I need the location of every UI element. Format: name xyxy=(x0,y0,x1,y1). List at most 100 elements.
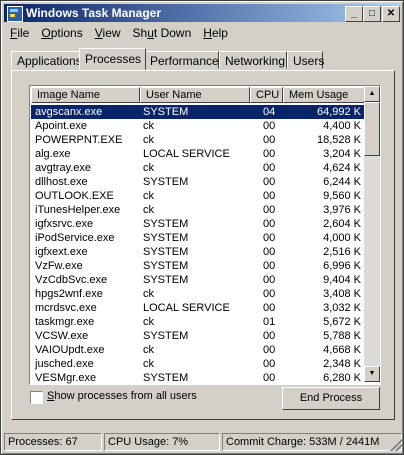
show-all-label-post: how processes from all users xyxy=(54,390,197,402)
process-mem-usage: 64,992 K xyxy=(316,106,361,118)
menu-label-post: ptions xyxy=(50,26,83,40)
table-row[interactable]: avgscanx.exe SYSTEM 04 64,992 K xyxy=(30,104,367,120)
process-cpu: 00 xyxy=(263,330,276,342)
table-row[interactable]: avgtray.exe ck 00 4,624 K xyxy=(31,161,366,175)
tab-processes[interactable]: Processes xyxy=(79,48,146,70)
table-row[interactable]: igfxsrvc.exe SYSTEM 00 2,604 K xyxy=(31,217,366,231)
process-image-name: alg.exe xyxy=(35,148,71,160)
show-all-users-label[interactable]: Show processes from all users xyxy=(47,390,197,402)
process-image-name: hpgs2wnf.exe xyxy=(35,288,103,300)
process-mem-usage: 4,000 K xyxy=(323,232,361,244)
table-row[interactable]: hpgs2wnf.exe ck 00 3,408 K xyxy=(31,287,366,301)
menu-bar: File Options View Shut Down Help xyxy=(4,24,234,42)
table-row[interactable]: iPodService.exe SYSTEM 00 4,000 K xyxy=(31,231,366,245)
show-all-users-checkbox[interactable] xyxy=(30,391,43,404)
process-mem-usage: 2,516 K xyxy=(323,246,361,258)
process-mem-usage: 6,244 K xyxy=(323,176,361,188)
process-image-name: VzFw.exe xyxy=(35,260,83,272)
title-bar[interactable]: Windows Task Manager _ □ ✕ xyxy=(4,4,400,22)
menu-label-accel: H xyxy=(203,26,212,40)
table-row[interactable]: OUTLOOK.EXE ck 00 9,560 K xyxy=(31,189,366,203)
process-cpu: 01 xyxy=(263,316,276,328)
close-button[interactable]: ✕ xyxy=(382,6,400,22)
tab-networking[interactable]: Networking xyxy=(219,51,287,69)
table-row[interactable]: igfxext.exe SYSTEM 00 2,516 K xyxy=(31,245,366,259)
process-cpu: 00 xyxy=(263,190,276,202)
process-user-name: SYSTEM xyxy=(143,106,189,118)
process-user-name: SYSTEM xyxy=(143,260,189,272)
process-cpu: 00 xyxy=(263,372,276,384)
tab-users[interactable]: Users xyxy=(287,51,324,69)
process-user-name: SYSTEM xyxy=(143,218,189,230)
column-cpu[interactable]: CPU xyxy=(250,87,283,103)
end-process-button[interactable]: End Process xyxy=(282,387,380,410)
process-cpu: 00 xyxy=(263,134,276,146)
process-cpu: 00 xyxy=(263,302,276,314)
process-image-name: iPodService.exe xyxy=(35,232,115,244)
menu-item-view[interactable]: View xyxy=(89,24,127,42)
process-cpu: 00 xyxy=(263,204,276,216)
table-row[interactable]: jusched.exe ck 00 2,348 K xyxy=(31,357,366,371)
process-mem-usage: 4,668 K xyxy=(323,344,361,356)
process-list-header: Image Name User Name CPU Mem Usage xyxy=(31,87,366,104)
process-image-name: igfxext.exe xyxy=(35,246,88,258)
process-image-name: taskmgr.exe xyxy=(35,316,95,328)
process-mem-usage: 2,604 K xyxy=(323,218,361,230)
process-image-name: avgscanx.exe xyxy=(35,106,103,118)
column-user-name[interactable]: User Name xyxy=(140,87,250,103)
process-mem-usage: 18,528 K xyxy=(316,134,361,146)
menu-label-post: elp xyxy=(211,26,228,40)
process-user-name: ck xyxy=(143,120,154,132)
table-row[interactable]: POWERPNT.EXE ck 00 18,528 K xyxy=(31,133,366,147)
menu-item-options[interactable]: Options xyxy=(35,24,88,42)
process-image-name: VCSW.exe xyxy=(35,330,89,342)
table-row[interactable]: VzFw.exe SYSTEM 00 6,996 K xyxy=(31,259,366,273)
process-user-name: ck xyxy=(143,134,154,146)
table-row[interactable]: VAIOUpdt.exe ck 00 4,668 K xyxy=(31,343,366,357)
scrollbar-thumb[interactable] xyxy=(364,102,380,156)
menu-item-shut-down[interactable]: Shut Down xyxy=(127,24,198,42)
maximize-button[interactable]: □ xyxy=(363,6,381,22)
process-list[interactable]: Image Name User Name CPU Mem Usage avgsc… xyxy=(29,85,381,385)
menu-item-file[interactable]: File xyxy=(4,24,35,42)
process-cpu: 00 xyxy=(263,358,276,370)
table-row[interactable]: VzCdbSvc.exe SYSTEM 00 9,404 K xyxy=(31,273,366,287)
process-mem-usage: 9,404 K xyxy=(323,274,361,286)
process-mem-usage: 4,624 K xyxy=(323,162,361,174)
vertical-scrollbar[interactable]: ▲ ▼ xyxy=(364,86,380,382)
table-row[interactable]: iTunesHelper.exe ck 00 3,976 K xyxy=(31,203,366,217)
table-row[interactable]: mcrdsvc.exe LOCAL SERVICE 00 3,032 K xyxy=(31,301,366,315)
process-cpu: 04 xyxy=(263,106,276,118)
menu-item-help[interactable]: Help xyxy=(197,24,234,42)
process-image-name: OUTLOOK.EXE xyxy=(35,190,114,202)
process-user-name: ck xyxy=(143,190,154,202)
window-title: Windows Task Manager xyxy=(26,6,162,20)
table-row[interactable]: Apoint.exe ck 00 4,400 K xyxy=(31,119,366,133)
process-image-name: avgtray.exe xyxy=(35,162,92,174)
table-row[interactable]: VESMgr.exe SYSTEM 00 6,280 K xyxy=(31,371,366,384)
process-cpu: 00 xyxy=(263,288,276,300)
status-commit-charge: Commit Charge: 533M / 2441M xyxy=(222,433,402,451)
scroll-up-arrow-icon[interactable]: ▲ xyxy=(364,86,380,102)
process-user-name: SYSTEM xyxy=(143,176,189,188)
process-cpu: 00 xyxy=(263,344,276,356)
process-mem-usage: 3,408 K xyxy=(323,288,361,300)
table-row[interactable]: alg.exe LOCAL SERVICE 00 3,204 K xyxy=(31,147,366,161)
table-row[interactable]: taskmgr.exe ck 01 5,672 K xyxy=(31,315,366,329)
table-row[interactable]: dllhost.exe SYSTEM 00 6,244 K xyxy=(31,175,366,189)
process-mem-usage: 4,400 K xyxy=(323,120,361,132)
process-cpu: 00 xyxy=(263,148,276,160)
process-cpu: 00 xyxy=(263,162,276,174)
menu-label-post: ile xyxy=(17,26,30,40)
scroll-down-arrow-icon[interactable]: ▼ xyxy=(364,366,380,382)
process-user-name: ck xyxy=(143,204,154,216)
column-mem-usage[interactable]: Mem Usage xyxy=(283,87,366,103)
process-cpu: 00 xyxy=(263,218,276,230)
resize-grip-icon[interactable] xyxy=(390,439,402,451)
tab-performance[interactable]: Performance xyxy=(144,51,219,69)
table-row[interactable]: VCSW.exe SYSTEM 00 5,788 K xyxy=(31,329,366,343)
column-image-name[interactable]: Image Name xyxy=(31,87,140,103)
menu-label-accel: O xyxy=(41,26,51,40)
minimize-button[interactable]: _ xyxy=(345,6,363,22)
tab-applications[interactable]: Applications xyxy=(11,51,82,69)
